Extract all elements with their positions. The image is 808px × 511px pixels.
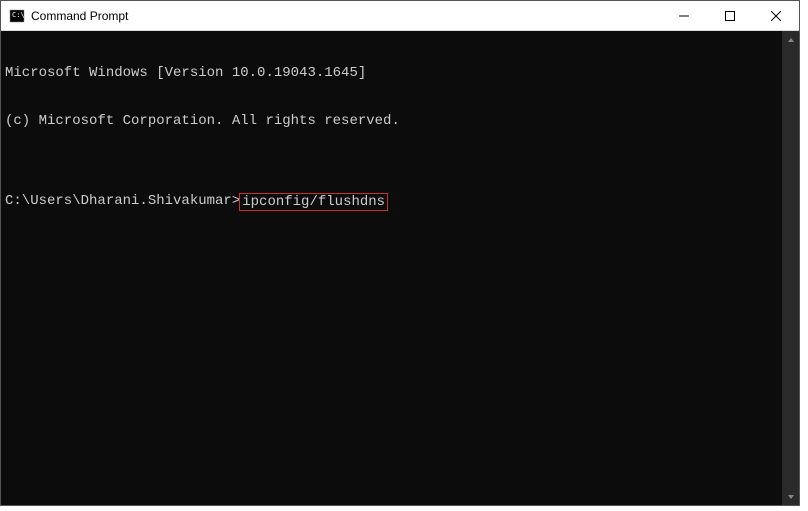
copyright-line: (c) Microsoft Corporation. All rights re…: [5, 113, 778, 129]
close-button[interactable]: [753, 1, 799, 30]
version-line: Microsoft Windows [Version 10.0.19043.16…: [5, 65, 778, 81]
command-prompt-window: C:\ Command Prompt Microsoft Windows [Ve…: [0, 0, 800, 506]
prompt-line: C:\Users\Dharani.Shivakumar>ipconfig/flu…: [5, 193, 778, 211]
minimize-button[interactable]: [661, 1, 707, 30]
command-text: ipconfig/flushdns: [242, 194, 385, 210]
window-controls: [661, 1, 799, 30]
cmd-icon: C:\: [9, 8, 25, 24]
vertical-scrollbar[interactable]: [782, 31, 799, 505]
command-highlight: ipconfig/flushdns: [239, 193, 388, 211]
prompt-path: C:\Users\Dharani.Shivakumar>: [5, 193, 240, 209]
terminal-output[interactable]: Microsoft Windows [Version 10.0.19043.16…: [1, 31, 782, 505]
scroll-up-arrow-icon[interactable]: [782, 31, 799, 48]
titlebar[interactable]: C:\ Command Prompt: [1, 1, 799, 31]
terminal-area: Microsoft Windows [Version 10.0.19043.16…: [1, 31, 799, 505]
scroll-down-arrow-icon[interactable]: [782, 488, 799, 505]
window-title: Command Prompt: [31, 9, 661, 23]
maximize-button[interactable]: [707, 1, 753, 30]
svg-text:C:\: C:\: [12, 11, 25, 19]
